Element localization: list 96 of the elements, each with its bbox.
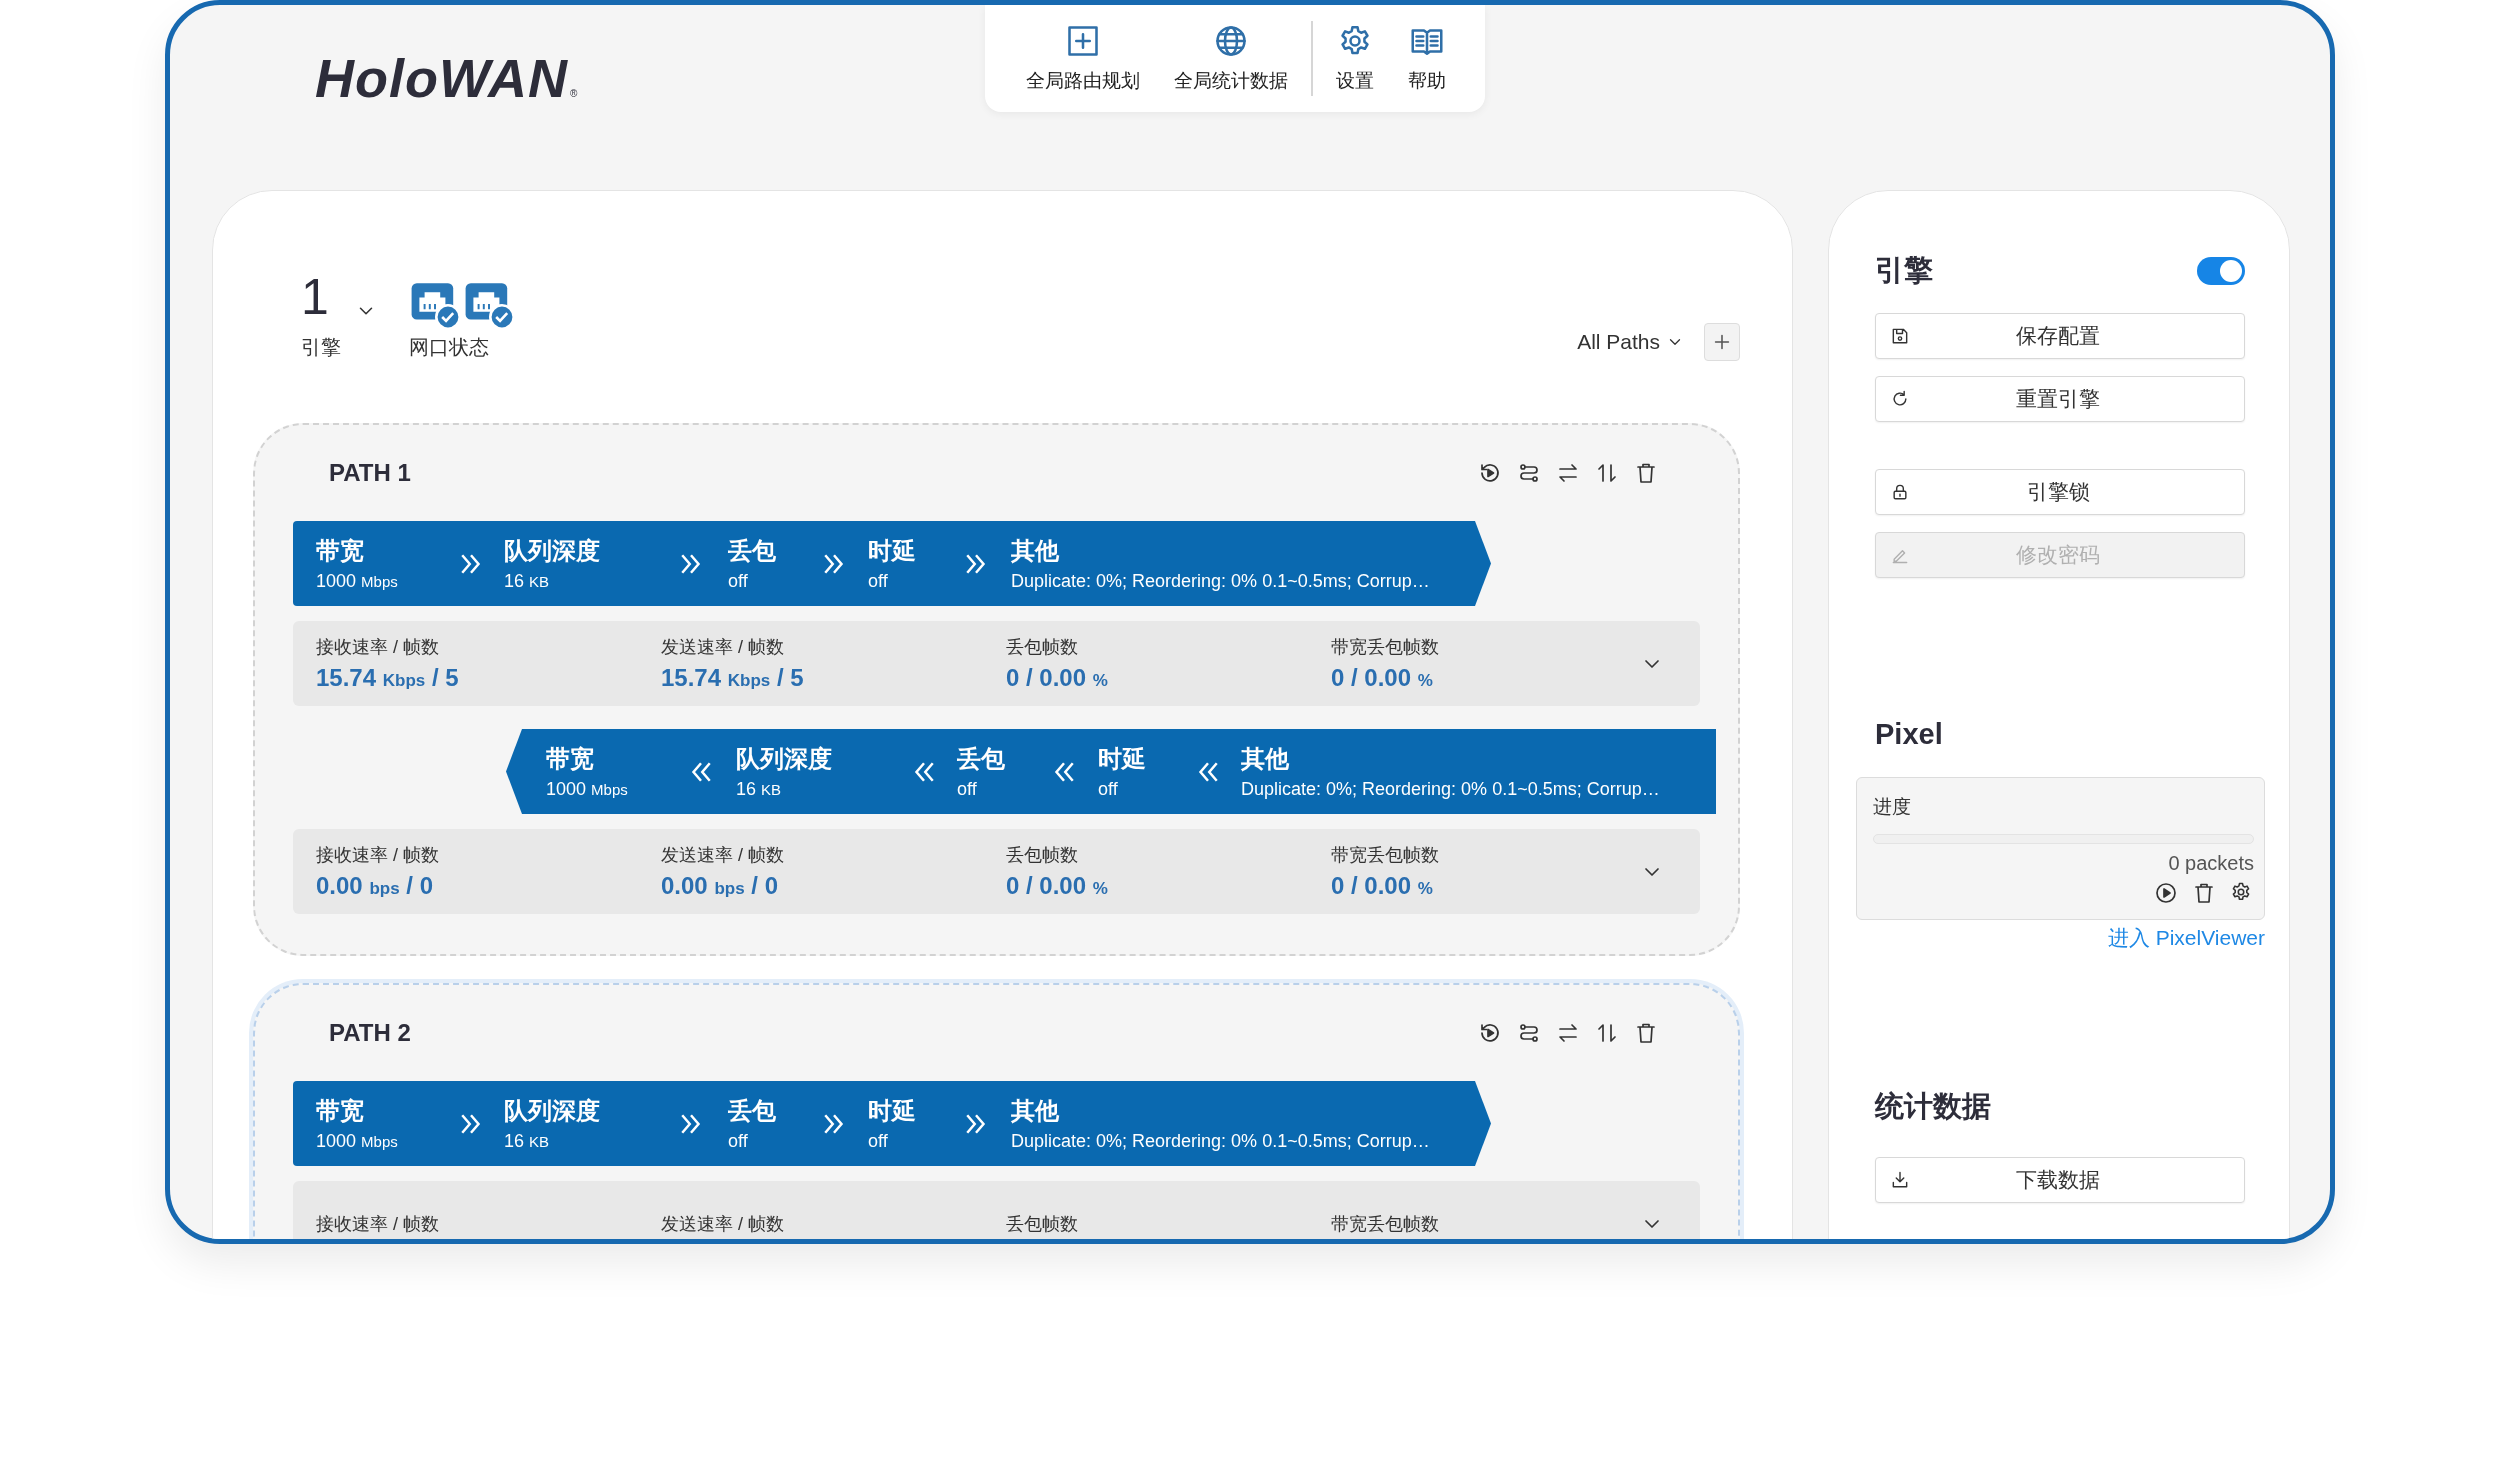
- path-bar[interactable]: 带宽 1000 Mbps 队列深度 16 KB 丢包 off 时延 off 其他 Duplicate: 0%; Reordering: 0% 0.1~0.5ms; Corrup…: [293, 521, 1491, 606]
- stage-value: off: [728, 1131, 748, 1152]
- action-button[interactable]: 下载数据: [1875, 1157, 2245, 1203]
- stat-label: 接收速率 / 帧数: [316, 844, 439, 867]
- stage-value: off: [728, 571, 748, 592]
- stat-label: 发送速率 / 帧数: [661, 1212, 784, 1236]
- stage-value: 1000 Mbps: [316, 1131, 398, 1152]
- stage-title: 丢包: [728, 1096, 776, 1126]
- stage-value: 16 KB: [504, 1131, 550, 1152]
- stage-title: 其他: [1241, 744, 1289, 774]
- play-icon[interactable]: [2154, 881, 2178, 905]
- stat-value: 15.74 Kbps / 5: [316, 664, 459, 692]
- toolbar-button[interactable]: 全局统计数据: [1157, 23, 1305, 94]
- stage-value: off: [868, 1131, 888, 1152]
- stat-label: 发送速率 / 帧数: [661, 636, 784, 659]
- swap-icon[interactable]: [1556, 1021, 1580, 1045]
- stat-label: 带宽丢包帧数: [1331, 844, 1439, 867]
- logo-text: HoloWAN: [315, 47, 568, 109]
- stage-title: 队列深度: [736, 744, 832, 774]
- route-icon[interactable]: [1517, 461, 1541, 485]
- stat-label: 丢包帧数: [1006, 1212, 1078, 1236]
- progress-label: 进度: [1873, 795, 1912, 819]
- stat-value: 0 / 0.00 %: [1006, 872, 1108, 900]
- stat-value: 15.74 Kbps / 5: [661, 664, 804, 692]
- stage-value: Duplicate: 0%; Reordering: 0% 0.1~0.5ms; Corrup…: [1011, 571, 1430, 592]
- stage-value: off: [868, 571, 888, 592]
- stage-title: 时延: [1098, 744, 1146, 774]
- stat-label: 带宽丢包帧数: [1331, 636, 1439, 659]
- path-bar[interactable]: 带宽 1000 Mbps 队列深度 16 KB 丢包 off 时延 off 其他 Duplicate: 0%; Reordering: 0% 0.1~0.5ms; Corrup…: [506, 729, 1716, 814]
- download-icon: [1890, 1170, 1910, 1190]
- stage-title: 带宽: [546, 744, 594, 774]
- stage-value: Duplicate: 0%; Reordering: 0% 0.1~0.5ms; Corrup…: [1241, 779, 1660, 800]
- swap-icon[interactable]: [1556, 461, 1580, 485]
- stat-label: 接收速率 / 帧数: [316, 1212, 439, 1236]
- stage-title: 其他: [1011, 1096, 1059, 1126]
- path-filter-dropdown[interactable]: All Paths: [1577, 330, 1684, 354]
- stage-value: 16 KB: [736, 779, 782, 800]
- stage-title: 时延: [868, 1096, 916, 1126]
- toolbar-button[interactable]: 设置: [1319, 23, 1391, 94]
- section-title: 引擎: [1875, 253, 1933, 288]
- engine-label: 引擎: [301, 335, 341, 360]
- stage-value: 16 KB: [504, 571, 550, 592]
- add-button[interactable]: [1704, 323, 1740, 361]
- path-bar[interactable]: 带宽 1000 Mbps 队列深度 16 KB 丢包 off 时延 off 其他 Duplicate: 0%; Reordering: 0% 0.1~0.5ms; Corrup…: [293, 1081, 1491, 1166]
- path-card[interactable]: [253, 423, 1740, 956]
- toolbar-button[interactable]: 帮助: [1391, 23, 1463, 94]
- stat-label: 接收速率 / 帧数: [316, 636, 439, 659]
- path-title: PATH 1: [329, 459, 411, 487]
- stat-label: 带宽丢包帧数: [1331, 1212, 1439, 1236]
- action-button[interactable]: 保存配置: [1875, 313, 2245, 359]
- stage-value: 1000 Mbps: [546, 779, 628, 800]
- stat-label: 发送速率 / 帧数: [661, 844, 784, 867]
- route-icon[interactable]: [1517, 1021, 1541, 1045]
- settings-icon[interactable]: [2230, 881, 2252, 903]
- action-button[interactable]: 引擎锁: [1875, 469, 2245, 515]
- section-title: 统计数据: [1875, 1089, 1992, 1124]
- globe-icon: [1213, 23, 1249, 59]
- stat-value: 0 / 0.00 %: [1331, 664, 1433, 692]
- stat-value: 0 / 0.00 %: [1006, 664, 1108, 692]
- stage-title: 带宽: [316, 1096, 364, 1126]
- replay-icon[interactable]: [1478, 1021, 1502, 1045]
- packet-count: 0 packets: [2167, 852, 2254, 875]
- engine-number[interactable]: 1: [301, 272, 329, 322]
- stage-value: 1000 Mbps: [316, 571, 398, 592]
- replay-icon[interactable]: [1478, 461, 1502, 485]
- section-title: Pixel: [1875, 718, 1944, 751]
- sort-icon[interactable]: [1595, 1021, 1619, 1045]
- stat-label: 丢包帧数: [1006, 844, 1078, 867]
- delete-icon[interactable]: [1634, 461, 1658, 485]
- stage-value: off: [957, 779, 977, 800]
- delete-icon[interactable]: [2192, 881, 2216, 905]
- stat-value: 0.00 bps / 0: [661, 872, 778, 900]
- action-button[interactable]: 重置引擎: [1875, 376, 2245, 422]
- save-icon: [1890, 326, 1910, 346]
- stat-value: 0.00 bps / 0: [316, 872, 433, 900]
- port-status-label: 网口状态: [408, 335, 490, 360]
- path-title: PATH 2: [329, 1019, 411, 1047]
- delete-icon[interactable]: [1634, 1021, 1658, 1045]
- pixelviewer-link[interactable]: 进入 PixelViewer: [2107, 924, 2265, 952]
- stage-value: Duplicate: 0%; Reordering: 0% 0.1~0.5ms; Corrup…: [1011, 1131, 1430, 1152]
- stage-title: 其他: [1011, 536, 1059, 566]
- stage-title: 带宽: [316, 536, 364, 566]
- add-box-icon: [1065, 23, 1101, 59]
- sort-icon[interactable]: [1595, 461, 1619, 485]
- stage-title: 丢包: [957, 744, 1005, 774]
- stat-value: 0 / 0.00 %: [1331, 872, 1433, 900]
- registered-mark: ®: [569, 88, 578, 99]
- stage-title: 时延: [868, 536, 916, 566]
- toolbar-button[interactable]: 全局路由规划: [1009, 23, 1157, 94]
- stage-title: 队列深度: [504, 1096, 600, 1126]
- stage-value: off: [1098, 779, 1118, 800]
- stage-title: 丢包: [728, 536, 776, 566]
- toggle-switch[interactable]: [2197, 257, 2245, 285]
- stat-label: 丢包帧数: [1006, 636, 1078, 659]
- lock-icon: [1890, 482, 1910, 502]
- stage-title: 队列深度: [504, 536, 600, 566]
